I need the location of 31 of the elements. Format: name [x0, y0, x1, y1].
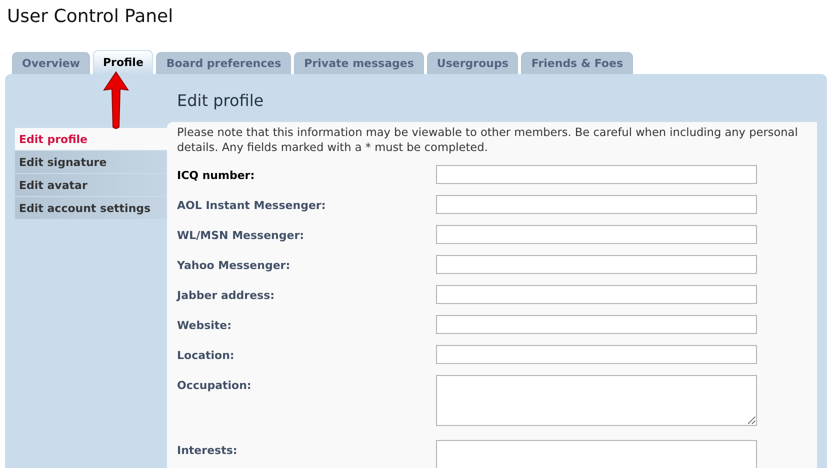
- input-field[interactable]: [436, 165, 757, 184]
- field-label: Interests:: [177, 443, 238, 459]
- page-title: User Control Panel: [7, 5, 174, 29]
- input-field[interactable]: [436, 285, 757, 304]
- input-field[interactable]: [436, 225, 757, 244]
- notice-text: Please note that this information may be viewable to other members. Be careful when including any personal details. Any fields marked with a * must be completed.: [177, 125, 799, 155]
- field-label: Yahoo Messenger:: [177, 258, 292, 274]
- field-label: Occupation:: [177, 378, 252, 394]
- field-label: WL/MSN Messenger:: [177, 228, 306, 244]
- tab[interactable]: Board preferences: [156, 52, 292, 74]
- sidebar-item[interactable]: Edit avatar: [15, 174, 167, 196]
- input-field[interactable]: [436, 255, 757, 274]
- tab[interactable]: Usergroups: [426, 52, 518, 74]
- field-label: ICQ number:: [177, 168, 256, 184]
- sidebar-item[interactable]: Edit account settings: [15, 197, 167, 219]
- sidebar-item[interactable]: Edit signature: [15, 151, 167, 173]
- tab[interactable]: Profile: [92, 50, 154, 74]
- sidebar-item[interactable]: Edit profile: [15, 128, 167, 150]
- field-label: AOL Instant Messenger:: [177, 198, 327, 214]
- section-heading: Edit profile: [176, 90, 265, 112]
- tab[interactable]: Friends & Foes: [521, 52, 633, 74]
- input-field[interactable]: [436, 345, 757, 364]
- input-field[interactable]: [436, 195, 757, 214]
- text-area[interactable]: [436, 375, 757, 426]
- field-label: Location:: [177, 348, 236, 364]
- field-label: Website:: [177, 318, 233, 334]
- field-label: Jabber address:: [177, 288, 276, 304]
- tab[interactable]: Overview: [12, 52, 90, 74]
- input-field[interactable]: [436, 315, 757, 334]
- tab[interactable]: Private messages: [294, 52, 424, 74]
- annotation-arrow: [103, 71, 129, 131]
